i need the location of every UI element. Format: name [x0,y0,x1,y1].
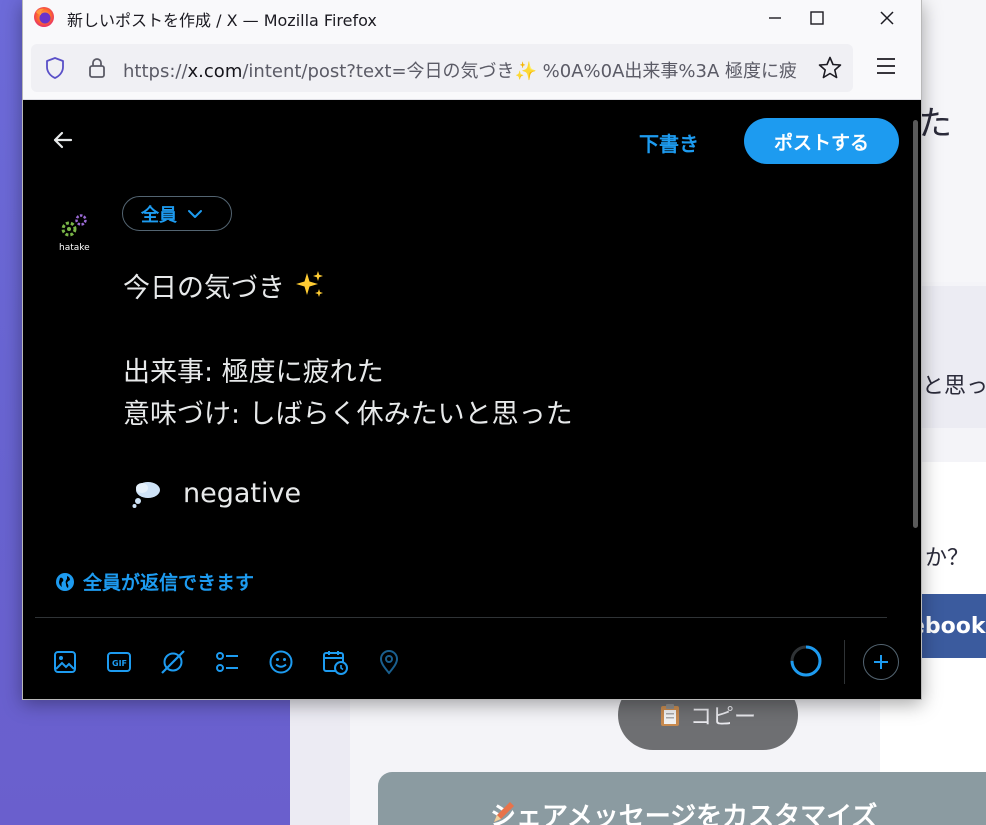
hamburger-menu-icon[interactable] [875,56,897,78]
url-host: x.com [187,61,243,82]
window-title: 新しいポストを作成 / X — Mozilla Firefox [67,11,377,30]
grok-icon[interactable] [159,648,187,676]
firefox-logo-icon [34,7,54,27]
globe-icon [56,572,74,591]
poll-icon[interactable] [213,648,241,676]
background-customize-label: シェアメッセージをカスタマイズ [490,802,878,825]
post-button[interactable]: ポストする [744,118,899,164]
gif-icon[interactable]: GIF [105,648,133,676]
background-heading-fragment: た [918,104,952,144]
post-blank-line [123,310,883,352]
post-line: 今日の気づき [123,268,883,310]
emoji-icon[interactable] [267,648,295,676]
location-icon[interactable] [375,648,403,676]
shield-icon[interactable] [43,56,67,80]
maximize-button[interactable] [789,0,845,36]
divider [35,617,887,618]
avatar-text: hatake [59,243,90,253]
background-question-fragment: か？ [925,546,970,571]
browser-toolbar: https://x.com/intent/post?text=今日の気づき✨ %… [23,36,921,100]
image-icon[interactable] [51,648,79,676]
audience-selector[interactable]: 全員 [122,196,232,231]
pencil-icon [494,802,514,822]
reply-setting-button[interactable]: 全員が返信できます [55,568,254,595]
url-prefix: https:// [123,61,188,82]
post-line-text: 出来事: 極度に疲れた [123,357,384,388]
background-customize-banner[interactable]: シェアメッセージをカスタマイズ [378,772,986,825]
back-arrow-icon[interactable] [51,128,75,152]
post-line-text: 意味づけ: しばらく休みたいと思った [123,399,573,430]
schedule-icon[interactable] [321,648,349,676]
compose-toolbar: GIF [23,640,921,684]
thought-balloon-icon [132,481,160,508]
post-line-text: 今日の気づき [123,273,285,304]
mood-line: negative [131,478,301,509]
avatar[interactable]: hatake [53,204,103,262]
url-path: /intent/post?text=今日の気づき✨ %0A%0A出来事%3A 極… [242,61,797,82]
plus-icon [874,655,888,669]
reply-setting-label: 全員が返信できます [83,572,255,594]
close-window-button[interactable] [859,0,915,36]
lock-icon[interactable] [85,56,109,80]
firefox-popup-window: 新しいポストを作成 / X — Mozilla Firefox https://… [22,0,922,700]
bookmark-star-icon[interactable] [817,55,843,81]
scrollbar[interactable] [913,120,918,528]
add-post-button[interactable] [863,644,899,680]
toolbar-separator [844,640,845,684]
maximize-icon [810,11,824,25]
minimize-icon [769,17,781,19]
url-text[interactable]: https://x.com/intent/post?text=今日の気づき✨ %… [123,57,813,83]
svg-text:GIF: GIF [112,659,127,668]
compose-post-dialog: 下書き ポストする hatake 全員 今日の気づき 出来事: 極度に疲れた 意… [23,100,921,699]
background-text-fragment: と思っ [922,374,986,399]
character-count-ring [790,645,822,677]
sparkles-icon [296,271,323,297]
chevron-down-icon [188,209,202,218]
audience-label: 全員 [141,204,177,226]
clipboard-icon [660,704,679,726]
post-text-editor[interactable]: 今日の気づき 出来事: 極度に疲れた 意味づけ: しばらく休みたいと思った [123,268,883,436]
mood-text: negative [183,478,302,509]
url-bar[interactable]: https://x.com/intent/post?text=今日の気づき✨ %… [31,44,853,92]
window-titlebar[interactable]: 新しいポストを作成 / X — Mozilla Firefox [23,0,921,36]
close-icon [880,11,894,25]
drafts-link[interactable]: 下書き [639,128,699,157]
background-copy-label: コピー [689,705,756,730]
